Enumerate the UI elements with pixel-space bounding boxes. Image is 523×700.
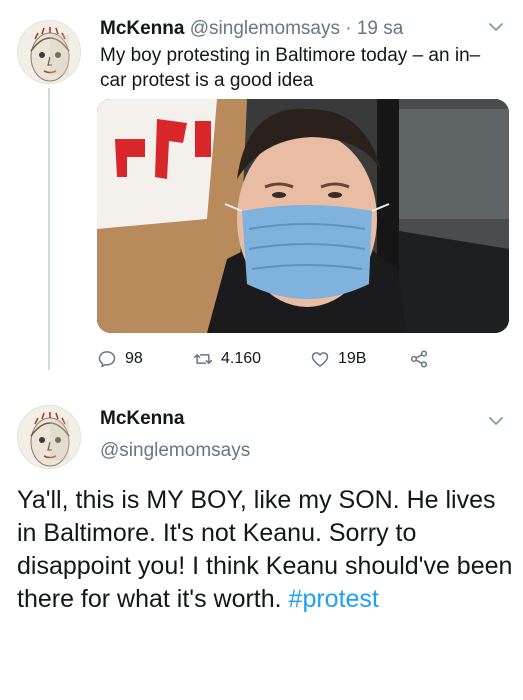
reply-count: 98 [125, 350, 143, 367]
tweet1-text: My boy protesting in Baltimore today – a… [100, 45, 481, 91]
author-name[interactable]: McKenna [100, 18, 184, 39]
avatar[interactable] [17, 20, 81, 84]
heart-icon [311, 352, 329, 367]
avatar-face-illustration [18, 21, 80, 83]
chevron-down-icon[interactable] [487, 18, 505, 36]
share-action[interactable] [409, 347, 429, 371]
tweet-timestamp[interactable]: 19 sa [357, 18, 403, 39]
author-handle[interactable]: @singlemomsays [190, 18, 340, 39]
share-icon [410, 350, 428, 368]
header-separator: · [345, 18, 352, 39]
retweet-count: 4.160 [221, 350, 262, 367]
like-action[interactable]: 19B [310, 347, 366, 371]
tweet2-body: Ya'll, this is MY BOY, like my SON. He l… [17, 486, 513, 613]
thread-connector-line [48, 88, 50, 370]
protest-selfie-photo [97, 99, 509, 333]
tweet2-text: Ya'll, this is MY BOY, like my SON. He l… [17, 484, 517, 616]
tweet-actions-bar: 98 4.160 19B [97, 347, 457, 371]
tweet-photo[interactable] [97, 99, 509, 333]
author-name[interactable]: McKenna [100, 408, 184, 430]
hashtag-link[interactable]: #protest [289, 585, 379, 613]
avatar[interactable] [17, 405, 81, 469]
avatar-face-illustration [18, 406, 80, 468]
reply-action[interactable]: 98 [97, 347, 143, 371]
retweet-icon [193, 354, 213, 364]
tweet1-header: McKenna @singlemomsays · 19 sa [100, 17, 403, 41]
author-handle[interactable]: @singlemomsays [100, 440, 250, 462]
chevron-down-icon[interactable] [487, 412, 505, 430]
reply-icon [98, 351, 116, 368]
retweet-action[interactable]: 4.160 [193, 347, 261, 371]
like-count: 19B [338, 350, 367, 367]
